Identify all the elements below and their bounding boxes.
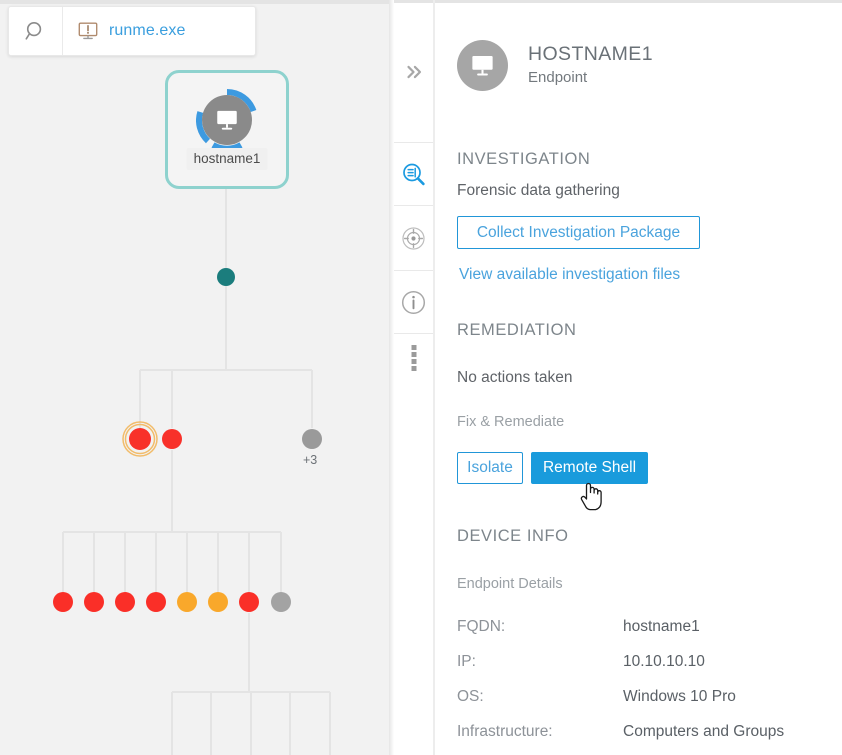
collect-investigation-package-button[interactable]: Collect Investigation Package — [457, 216, 700, 249]
device-info-row: Infrastructure: Computers and Groups — [457, 723, 837, 741]
breadcrumb[interactable]: runme.exe — [63, 7, 186, 55]
search-button[interactable] — [9, 7, 63, 55]
info-circle-icon — [400, 289, 427, 316]
panel-icon-rail — [394, 0, 433, 755]
search-icon — [24, 20, 47, 43]
rail-separator — [394, 333, 433, 334]
collapsed-count-label: +3 — [303, 453, 317, 467]
endpoint-details-label: Endpoint Details — [457, 576, 563, 592]
device-info-row: FQDN: hostname1 — [457, 618, 837, 636]
drag-handle-icon[interactable] — [411, 345, 416, 371]
graph-nodes — [53, 268, 322, 612]
host-avatar — [202, 95, 252, 145]
entity-type-label: Endpoint — [528, 69, 653, 86]
device-info-key: Infrastructure: — [457, 723, 623, 741]
page-title: HOSTNAME1 — [528, 43, 653, 65]
device-info-value: Windows 10 Pro — [623, 688, 736, 706]
device-info-value: hostname1 — [623, 618, 700, 636]
device-info-value: 10.10.10.10 — [623, 653, 705, 671]
monitor-icon — [469, 52, 496, 79]
rail-separator — [394, 142, 433, 143]
device-info-row: OS: Windows 10 Pro — [457, 688, 837, 706]
rail-separator — [394, 270, 433, 271]
info-tab[interactable] — [394, 272, 433, 332]
panel-top-strip — [435, 0, 842, 3]
chevron-double-right-icon — [403, 61, 425, 83]
device-info-section-title: DEVICE INFO — [457, 527, 568, 546]
investigation-tab[interactable] — [394, 145, 433, 205]
expand-panel-button[interactable] — [394, 42, 433, 102]
investigation-status: Forensic data gathering — [457, 182, 620, 200]
host-node-icon-wrap — [196, 89, 258, 151]
target-icon — [400, 225, 427, 252]
device-info-value: Computers and Groups — [623, 723, 784, 741]
isolate-button[interactable]: Isolate — [457, 452, 523, 484]
rail-top-strip — [394, 0, 433, 3]
device-info-key: OS: — [457, 688, 623, 706]
targeting-tab[interactable] — [394, 208, 433, 268]
incident-graph-canvas[interactable]: +3 runme.exe — [0, 0, 389, 755]
host-node-label: hostname1 — [187, 148, 268, 170]
device-info-key: FQDN: — [457, 618, 623, 636]
remediation-status: No actions taken — [457, 369, 572, 387]
app-root: +3 runme.exe — [0, 0, 842, 755]
panel-header: HOSTNAME1 Endpoint — [457, 40, 653, 91]
monitor-alert-icon — [77, 20, 99, 42]
canvas-top-strip — [0, 0, 389, 4]
breadcrumb-label: runme.exe — [109, 22, 186, 40]
investigation-section-title: INVESTIGATION — [457, 150, 590, 169]
magnifier-list-icon — [401, 162, 427, 188]
remote-shell-button[interactable]: Remote Shell — [531, 452, 648, 484]
search-breadcrumb-bar: runme.exe — [8, 6, 256, 56]
remediation-section-title: REMEDIATION — [457, 321, 576, 340]
rail-separator — [394, 205, 433, 206]
device-info-key: IP: — [457, 653, 623, 671]
monitor-icon — [214, 107, 240, 133]
entity-details-panel: HOSTNAME1 Endpoint INVESTIGATION Forensi… — [435, 0, 842, 755]
graph-node-hostname1[interactable]: hostname1 — [165, 70, 289, 189]
view-investigation-files-link[interactable]: View available investigation files — [459, 266, 680, 284]
device-info-row: IP: 10.10.10.10 — [457, 653, 837, 671]
avatar — [457, 40, 508, 91]
fix-and-remediate-label: Fix & Remediate — [457, 414, 564, 430]
